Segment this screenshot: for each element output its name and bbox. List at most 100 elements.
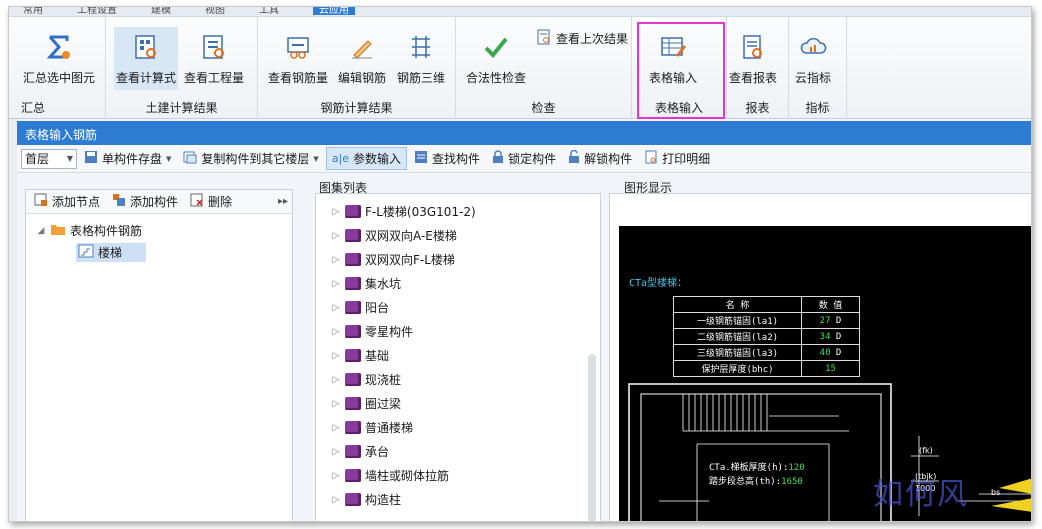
rebar-3d-button[interactable]: 钢筋三维 — [397, 31, 445, 86]
sigma-icon — [43, 31, 75, 63]
top-tab-5[interactable]: 云应用 — [313, 7, 355, 16]
floor-select-value: 首层 — [25, 152, 50, 166]
atlas-item-label: 零星构件 — [365, 325, 414, 339]
top-tab-3[interactable]: 视图 — [205, 7, 225, 16]
cad-drawing-canvas: CTa型楼梯： 名 称 数 值 一级钢筋锚固(la1) 27 D 二级钢筋锚固(… — [619, 226, 1031, 521]
highlight-box — [637, 22, 725, 119]
copy-to-floors-label: 复制构件到其它楼层 — [201, 152, 310, 166]
atlas-item-label: 双网双向F-L楼梯 — [365, 253, 455, 267]
expand-triangle-icon[interactable]: ▷ — [331, 447, 341, 457]
group-label-civil: 土建计算结果 — [145, 101, 218, 115]
expand-triangle-icon[interactable]: ▷ — [331, 303, 341, 313]
atlas-list-item[interactable]: ▷ 圈过梁 — [331, 395, 401, 412]
find-component-button[interactable]: 查找构件 — [409, 148, 485, 169]
atlas-list-item[interactable]: ▷ 承台 — [331, 443, 389, 460]
cloud-index-label: 云指标 — [795, 71, 832, 85]
book-icon — [345, 277, 361, 290]
legality-check-label: 合法性检查 — [466, 71, 527, 85]
save-component-label: 单构件存盘 — [102, 152, 163, 166]
cloud-index-button[interactable]: 云指标 — [795, 31, 831, 86]
lock-component-button[interactable]: 锁定构件 — [487, 148, 561, 169]
top-tab-4[interactable]: 工具 — [259, 7, 279, 16]
atlas-list-item[interactable]: ▷ F-L楼梯(03G101-2) — [331, 203, 476, 220]
atlas-list-item[interactable]: ▷ 基础 — [331, 347, 389, 364]
expand-triangle-icon[interactable]: ▷ — [331, 231, 341, 241]
top-tab-1[interactable]: 工程设置 — [77, 7, 117, 16]
save-component-button[interactable]: 单构件存盘 ▼ — [79, 148, 176, 169]
atlas-item-label: 基础 — [365, 349, 390, 363]
delete-label: 删除 — [208, 195, 233, 209]
expand-triangle-icon[interactable]: ▷ — [331, 327, 341, 337]
atlas-list-item[interactable]: ▷ 现浇桩 — [331, 371, 401, 388]
view-formula-button[interactable]: 查看计算式 — [114, 27, 179, 90]
floor-select[interactable]: 首层 ▼ — [21, 148, 77, 169]
atlas-list-item[interactable]: ▷ 阳台 — [331, 299, 389, 316]
rebar-view-icon — [282, 31, 314, 63]
tree-child-label: 楼梯 — [98, 246, 123, 260]
lock-component-label: 锁定构件 — [508, 152, 557, 166]
app-window: 常用 工程设置 建模 视图 工具 云应用 汇总选中图元 汇总 查看计算式 查看工… — [8, 6, 1032, 522]
chevron-down-icon: ▼ — [66, 154, 73, 163]
view-last-result-label: 查看上次结果 — [556, 32, 629, 46]
expand-triangle-icon[interactable]: ▷ — [331, 495, 341, 505]
expand-triangle-icon[interactable]: ▷ — [331, 375, 341, 385]
copy-to-floors-button[interactable]: 复制构件到其它楼层 ▼ — [178, 148, 323, 169]
atlas-item-label: 墙柱或砌体拉筋 — [365, 469, 450, 483]
atlas-list-item[interactable]: ▷ 普通楼梯 — [331, 419, 413, 436]
top-tab-2[interactable]: 建模 — [151, 7, 171, 16]
tree-root-node[interactable]: ◢ 表格构件钢筋 — [36, 222, 142, 239]
find-icon — [414, 150, 428, 167]
cad-fk-label: (fk) — [919, 446, 933, 455]
expand-triangle-icon[interactable]: ▷ — [331, 351, 341, 361]
expand-triangle-icon[interactable]: ▷ — [331, 207, 341, 217]
atlas-list-item[interactable]: ▷ 双网双向F-L楼梯 — [331, 251, 455, 268]
expand-triangle-icon[interactable]: ▷ — [331, 255, 341, 265]
expand-triangle-icon[interactable]: ▷ — [331, 399, 341, 409]
print-icon — [644, 150, 658, 167]
window-title-bar: 表格输入钢筋 — [17, 121, 1031, 145]
expand-triangle-icon[interactable]: ▷ — [331, 279, 341, 289]
view-rebar-button[interactable]: 查看钢筋量 — [268, 31, 328, 86]
group-label-summary: 汇总 — [21, 101, 46, 115]
tree-root-label: 表格构件钢筋 — [70, 224, 143, 238]
atlas-list-item[interactable]: ▷ 零星构件 — [331, 323, 413, 340]
pencil-icon — [346, 31, 378, 63]
delete-button[interactable]: 删除 — [190, 193, 232, 210]
group-label-index: 指标 — [805, 101, 830, 115]
add-node-button[interactable]: 添加节点 — [34, 193, 100, 210]
group-civil-results: 查看计算式 查看工程量 土建计算结果 — [106, 17, 258, 119]
atlas-list-item[interactable]: ▷ 墙柱或砌体拉筋 — [331, 467, 449, 484]
book-icon — [345, 373, 361, 386]
tree-child-node[interactable]: 楼梯 — [76, 243, 147, 262]
summarize-selected-button[interactable]: 汇总选中图元 — [23, 31, 95, 86]
ribbon: 汇总选中图元 汇总 查看计算式 查看工程量 土建计算结果 查看钢筋量 编辑钢筋 … — [9, 17, 1031, 119]
view-last-result-button[interactable]: 查看上次结果 — [536, 29, 628, 48]
scrollbar-thumb[interactable] — [588, 354, 596, 521]
print-detail-button[interactable]: 打印明细 — [639, 148, 715, 169]
unlock-component-button[interactable]: 解锁构件 — [563, 148, 637, 169]
collapse-triangle-icon[interactable]: ◢ — [36, 226, 46, 236]
expand-triangle-icon[interactable]: ▷ — [331, 471, 341, 481]
param-input-button[interactable]: a|e 参数输入 — [325, 147, 408, 170]
add-node-icon — [34, 193, 48, 210]
stair-icon — [78, 244, 94, 261]
group-label-report: 报表 — [745, 101, 770, 115]
double-arrow-right-icon[interactable]: ▸▸ — [278, 196, 288, 207]
view-report-button[interactable]: 查看报表 — [729, 31, 777, 86]
edit-rebar-button[interactable]: 编辑钢筋 — [338, 31, 386, 86]
atlas-item-label: 集水坑 — [365, 277, 402, 291]
legality-check-button[interactable]: 合法性检查 — [466, 31, 526, 86]
atlas-list-item[interactable]: ▷ 双网双向A-E楼梯 — [331, 227, 457, 244]
atlas-item-label: 承台 — [365, 445, 390, 459]
atlas-item-label: 阳台 — [365, 301, 390, 315]
atlas-list-item[interactable]: ▷ 集水坑 — [331, 275, 401, 292]
expand-triangle-icon[interactable]: ▷ — [331, 423, 341, 433]
add-component-button[interactable]: 添加构件 — [112, 193, 178, 210]
atlas-list-item[interactable]: ▷ 构造柱 — [331, 491, 401, 508]
chevron-down-icon: ▼ — [313, 154, 319, 163]
top-tab-0[interactable]: 常用 — [23, 7, 43, 16]
book-icon — [345, 229, 361, 242]
view-quantity-button[interactable]: 查看工程量 — [184, 31, 244, 86]
group-label-rebar: 钢筋计算结果 — [320, 101, 393, 115]
rebar-3d-label: 钢筋三维 — [397, 71, 446, 85]
